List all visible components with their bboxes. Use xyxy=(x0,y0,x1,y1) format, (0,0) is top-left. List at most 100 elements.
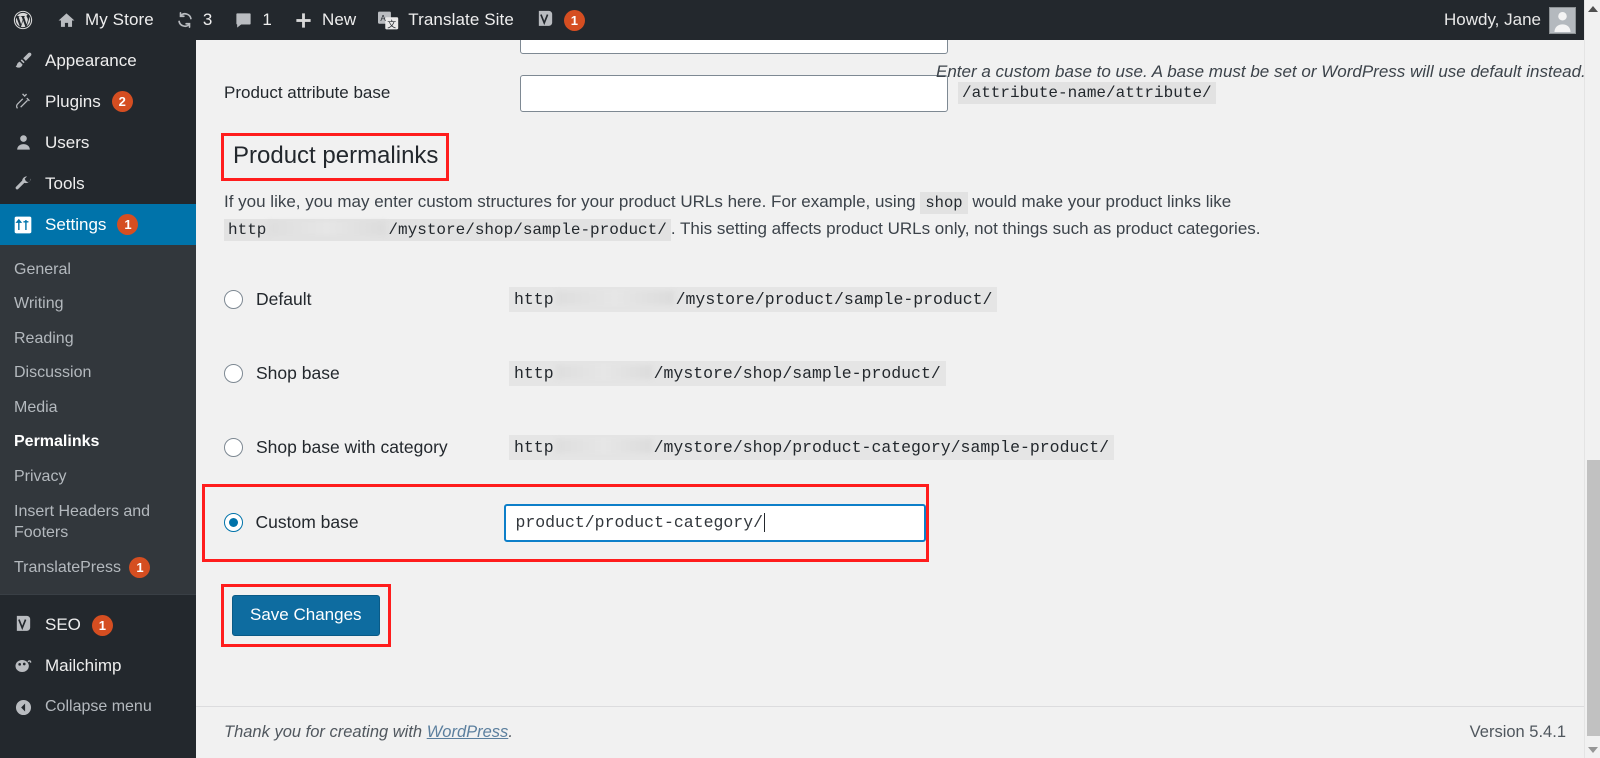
wordpress-logo-icon xyxy=(12,9,34,31)
text-cursor xyxy=(764,513,765,533)
translatepress-badge-count: 1 xyxy=(129,557,151,579)
option-row-default[interactable]: Default http/mystore/product/sample-prod… xyxy=(224,263,1584,337)
scroll-up-button[interactable] xyxy=(1585,0,1600,17)
sidebar-item-users[interactable]: Users xyxy=(0,122,196,163)
site-name-label: My Store xyxy=(85,10,154,29)
option-url-suffix: /mystore/product/sample-product/ xyxy=(675,290,993,310)
custom-base-input[interactable]: product/product-category/ xyxy=(504,503,926,542)
radio-default-wrap[interactable] xyxy=(224,290,256,310)
updates-icon xyxy=(176,11,194,29)
radio-custom-base-wrap[interactable] xyxy=(224,513,255,533)
collapse-menu-button[interactable]: Collapse menu xyxy=(0,687,196,728)
desc-text-part-2: would make your product links like xyxy=(972,192,1232,212)
sidebar-item-label: SEO xyxy=(45,615,81,635)
wordpress-admin-screen: My Store 3 1 New 文 A Translate Site 1 Ho… xyxy=(0,0,1600,758)
translate-site-menu[interactable]: 文 A Translate Site xyxy=(367,0,525,40)
option-row-shop-base[interactable]: Shop base http/mystore/shop/sample-produ… xyxy=(224,337,1584,411)
save-button-highlight: Save Changes xyxy=(221,583,391,647)
comments-menu[interactable]: 1 xyxy=(223,0,283,40)
sidebar-subitem-discussion[interactable]: Discussion xyxy=(0,356,196,391)
redacted-domain xyxy=(555,291,674,306)
sidebar-subitem-reading[interactable]: Reading xyxy=(0,321,196,356)
howdy-label: Howdy, Jane xyxy=(1443,10,1541,29)
radio-default[interactable] xyxy=(224,290,243,310)
sidebar-item-tools[interactable]: Tools xyxy=(0,163,196,204)
updates-count: 3 xyxy=(202,10,213,29)
sidebar-item-appearance[interactable]: Appearance xyxy=(0,40,196,81)
seo-badge-count: 1 xyxy=(563,9,585,31)
option-label-shop-base-with-category: Shop base with category xyxy=(256,437,448,458)
radio-shop-base-with-category[interactable] xyxy=(224,438,243,458)
sidebar-subitem-media[interactable]: Media xyxy=(0,390,196,425)
admin-footer: Thank you for creating with WordPress. V… xyxy=(196,706,1584,758)
settings-submenu: General Writing Reading Discussion Media… xyxy=(0,245,196,594)
redacted-domain xyxy=(268,220,387,235)
site-name-menu[interactable]: My Store xyxy=(46,0,165,40)
avatar xyxy=(1549,6,1576,34)
sidebar-separator xyxy=(0,593,196,603)
seo-menu[interactable]: 1 xyxy=(525,0,596,40)
updates-menu[interactable]: 3 xyxy=(165,0,224,40)
sidebar-item-label: Settings xyxy=(45,214,107,234)
desc-code-shop: shop xyxy=(920,192,968,215)
yoast-seo-icon xyxy=(536,10,555,30)
new-content-label: New xyxy=(321,10,357,29)
account-menu[interactable]: Howdy, Jane xyxy=(1443,6,1584,34)
new-content-menu[interactable]: New xyxy=(283,0,367,40)
admin-bar: My Store 3 1 New 文 A Translate Site 1 Ho… xyxy=(0,0,1584,40)
scrollbar-thumb[interactable] xyxy=(1587,460,1600,736)
scroll-down-button[interactable] xyxy=(1585,741,1600,758)
product-attribute-base-hint: /attribute-name/attribute/ xyxy=(958,82,1216,104)
option-url-default: http/mystore/product/sample-product/ xyxy=(509,287,998,313)
cut-off-text-input[interactable]: product-category/ xyxy=(520,40,948,54)
sidebar-subitem-privacy[interactable]: Privacy xyxy=(0,460,196,495)
svg-text:文: 文 xyxy=(388,18,397,29)
chevron-up-icon xyxy=(1588,5,1598,12)
sidebar-item-label: Users xyxy=(45,132,90,152)
plugins-badge-count: 2 xyxy=(111,91,133,112)
page-scrollbar[interactable] xyxy=(1584,0,1600,758)
sidebar-subitem-general[interactable]: General xyxy=(0,252,196,287)
wordpress-link[interactable]: WordPress xyxy=(427,723,509,741)
sidebar-item-plugins[interactable]: Plugins 2 xyxy=(0,81,196,122)
comments-icon xyxy=(234,11,253,30)
wordpress-logo-button[interactable] xyxy=(0,0,46,40)
sidebar-item-settings[interactable]: Settings 1 xyxy=(0,204,204,245)
svg-text:A: A xyxy=(381,13,387,22)
radio-shop-base[interactable] xyxy=(224,364,243,384)
option-label-default: Default xyxy=(256,289,312,310)
custom-base-help-text: Enter a custom base to use. A base must … xyxy=(936,62,1584,81)
sidebar-item-label: Tools xyxy=(45,173,85,193)
redacted-domain xyxy=(555,439,652,454)
settings-badge-count: 1 xyxy=(117,214,139,235)
option-row-shop-base-with-category[interactable]: Shop base with category http/mystore/sho… xyxy=(224,411,1584,485)
permalink-structure-options: Default http/mystore/product/sample-prod… xyxy=(202,62,1584,562)
option-url-prefix: http xyxy=(514,364,554,384)
sidebar-subitem-translatepress[interactable]: TranslatePress 1 xyxy=(0,550,196,585)
option-label-shop-base: Shop base xyxy=(256,363,340,384)
custom-base-row-highlight[interactable]: Custom base product/product-category/ xyxy=(202,483,929,562)
sidebar-top-menu: Appearance Plugins 2 Users Tools Setting… xyxy=(0,40,204,245)
option-url-prefix: http xyxy=(514,438,554,458)
sidebar-item-seo[interactable]: SEO 1 xyxy=(0,605,196,646)
product-permalinks-description: If you like, you may enter custom struct… xyxy=(224,189,1514,242)
cut-off-field-row: product-category/ xyxy=(224,40,1584,62)
product-attribute-base-input[interactable] xyxy=(520,74,948,112)
paintbrush-icon xyxy=(12,51,34,70)
wrench-icon xyxy=(12,174,34,193)
sidebar-item-label: Appearance xyxy=(45,50,137,70)
desc-url-suffix: /mystore/shop/sample-product/ xyxy=(388,220,667,239)
radio-shop-base-with-category-wrap[interactable] xyxy=(224,438,256,458)
redacted-domain xyxy=(555,365,652,380)
translate-icon: 文 A xyxy=(378,11,399,30)
sidebar-subitem-insert-headers-and-footers[interactable]: Insert Headers and Footers xyxy=(0,494,196,550)
sidebar-subitem-permalinks[interactable]: Permalinks xyxy=(0,425,196,460)
option-url-prefix: http xyxy=(514,290,554,310)
footer-thanks: Thank you for creating with WordPress. xyxy=(224,723,513,742)
radio-custom-base[interactable] xyxy=(224,513,243,533)
option-url-suffix: /mystore/shop/sample-product/ xyxy=(653,364,941,384)
radio-shop-base-wrap[interactable] xyxy=(224,364,256,384)
sidebar-item-mailchimp[interactable]: Mailchimp xyxy=(0,646,196,687)
sidebar-subitem-writing[interactable]: Writing xyxy=(0,287,196,322)
save-changes-button[interactable]: Save Changes xyxy=(232,594,380,636)
